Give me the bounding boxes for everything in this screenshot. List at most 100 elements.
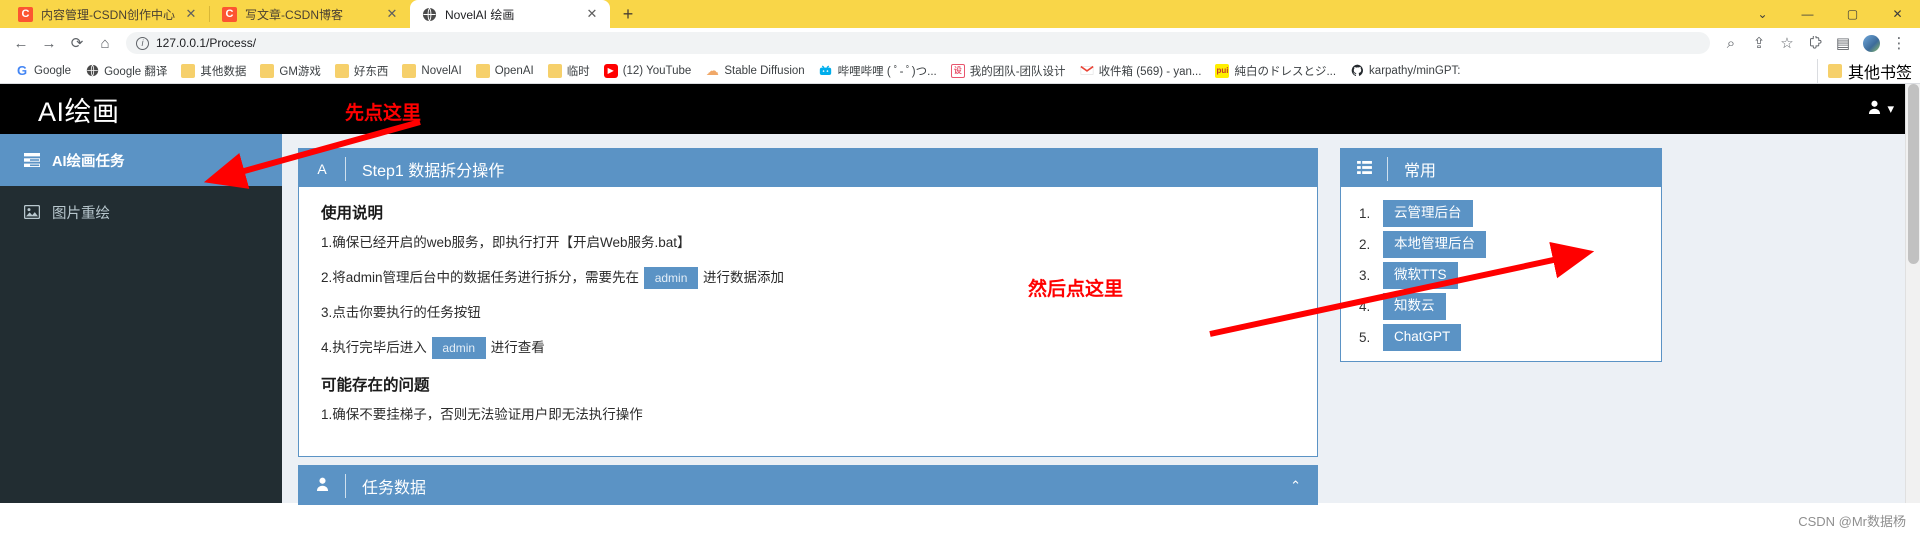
close-icon[interactable]: ✕ (384, 6, 400, 22)
image-icon (23, 203, 41, 221)
bookmark-item[interactable]: ▶ (12) YouTube (597, 62, 699, 80)
tasks-icon (23, 151, 41, 169)
admin-chip[interactable]: admin (431, 337, 486, 360)
chrome-menu-icon[interactable]: ⋮ (1886, 30, 1912, 56)
window-controls: ⌄ — ▢ ✕ (1740, 0, 1920, 28)
zoom-icon[interactable]: ⌕ (1718, 30, 1744, 56)
web-page: AI绘画 AI绘画任务 图片重绘 ▾ A Step1 数据拆分操作 使用说明 1… (0, 84, 1920, 505)
close-icon[interactable]: ✕ (183, 6, 199, 22)
pui-icon: pui (1215, 63, 1230, 78)
tab-csdn-write[interactable]: C 写文章-CSDN博客 ✕ (210, 0, 410, 28)
favorite-link-microsoft-tts[interactable]: 微软TTS (1383, 261, 1458, 289)
step-text: 1.确保已经开启的web服务，即执行打开【开启Web服务.bat】 (321, 234, 691, 250)
step-text: 4.执行完毕后进入 (321, 340, 427, 356)
tab-novelai[interactable]: NovelAI 绘画 ✕ (410, 0, 610, 28)
bookmark-item[interactable]: 设 我的团队-团队设计 (944, 61, 1073, 81)
bookmark-item[interactable]: 好东西 (328, 61, 396, 81)
bookmark-label: 收件箱 (569) - yan... (1098, 65, 1202, 78)
close-icon[interactable]: ✕ (584, 6, 600, 22)
share-icon[interactable]: ⇪ (1746, 30, 1772, 56)
page-scrollbar[interactable] (1905, 84, 1920, 503)
user-menu[interactable]: ▾ (1868, 100, 1894, 117)
list-item: 5. ChatGPT (1341, 322, 1661, 353)
list-item: 1. 云管理后台 (1341, 198, 1661, 229)
watermark: CSDN @Mr数据杨 (1798, 514, 1906, 529)
home-icon[interactable]: ⌂ (92, 30, 118, 56)
step1-title: Step1 数据拆分操作 (362, 162, 505, 180)
step-text: 2.将admin管理后台中的数据任务进行拆分，需要先在 (321, 269, 640, 285)
step1-box: A Step1 数据拆分操作 使用说明 1.确保已经开启的web服务，即执行打开… (298, 147, 1318, 457)
globe-icon (422, 7, 437, 22)
task-data-box-header[interactable]: 任务数据 ⌃ (299, 467, 1317, 504)
user-icon (299, 477, 345, 494)
user-caret-icon: ▾ (1887, 100, 1894, 116)
folder-icon (334, 63, 349, 78)
back-icon[interactable]: ← (8, 30, 34, 56)
maximize-icon[interactable]: ▢ (1830, 0, 1875, 28)
item-number: 4. (1359, 298, 1371, 314)
admin-chip[interactable]: admin (644, 267, 699, 290)
reload-icon[interactable]: ⟳ (64, 30, 90, 56)
chevron-up-icon[interactable]: ⌃ (1290, 478, 1317, 494)
new-tab-button[interactable]: + (614, 0, 642, 28)
extensions-icon[interactable] (1802, 30, 1828, 56)
favorite-link-cloud-admin[interactable]: 云管理后台 (1383, 199, 1473, 227)
bookmark-item[interactable]: pui 純白のドレスとジ... (1208, 61, 1343, 81)
scrollbar-thumb[interactable] (1908, 84, 1919, 264)
bookmarks-overflow[interactable]: 其他书签 (1816, 58, 1912, 83)
cloud-icon: ☁ (705, 62, 719, 78)
task-data-title: 任务数据 (362, 479, 427, 497)
favorite-link-chatgpt[interactable]: ChatGPT (1383, 323, 1462, 351)
favorites-title: 常用 (1404, 162, 1437, 180)
google-icon: G (16, 63, 28, 78)
sidebar-item-image-redraw[interactable]: 图片重绘 (0, 186, 282, 238)
bookmark-item[interactable]: G Google (8, 62, 78, 80)
address-bar[interactable]: i 127.0.0.1/Process/ (126, 32, 1710, 54)
folder-icon (547, 63, 562, 78)
problems-heading: 可能存在的问题 (321, 377, 430, 395)
usage-step: 4.执行完毕后进入 admin 进行查看 (321, 337, 1295, 360)
bookmarks-bar: G Google Google 翻译 其他数据 GM游戏 好东西 NovelAI (0, 58, 1920, 84)
github-icon (1350, 64, 1364, 78)
bookmark-item[interactable]: 哔哩哔哩 ( ﾟ- ﾟ)つ... (812, 61, 944, 81)
browser-chrome: C 内容管理-CSDN创作中心 ✕ C 写文章-CSDN博客 ✕ NovelAI… (0, 0, 1920, 84)
side-panel-icon[interactable]: ▤ (1830, 30, 1856, 56)
tab-csdn-content[interactable]: C 内容管理-CSDN创作中心 ✕ (6, 0, 209, 28)
usage-step: 1.确保已经开启的web服务，即执行打开【开启Web服务.bat】 (321, 233, 1295, 253)
step-badge: A (317, 160, 327, 177)
bookmark-item[interactable]: OpenAI (469, 62, 541, 80)
bookmark-item[interactable]: GM游戏 (253, 61, 328, 81)
folder-icon (1827, 63, 1842, 78)
sidebar-item-ai-task[interactable]: AI绘画任务 (0, 134, 282, 186)
tab-label: 内容管理-CSDN创作中心 (41, 7, 175, 22)
bookmark-label: GM游戏 (279, 65, 321, 78)
favorites-box: 常用 1. 云管理后台 2. 本地管理后台 3. 微软TTS 4. 知数云 5.… (1340, 147, 1662, 362)
bookmark-item[interactable]: Google 翻译 (78, 61, 174, 81)
bookmark-label: (12) YouTube (622, 64, 692, 77)
step-text: 3.点击你要执行的任务按钮 (321, 305, 481, 321)
bookmark-item[interactable]: 收件箱 (569) - yan... (1073, 61, 1209, 81)
youtube-icon: ▶ (603, 63, 618, 78)
bookmark-label: karpathy/minGPT: (1369, 64, 1461, 77)
toolbar-actions: ⌕ ⇪ ☆ ▤ ⋮ (1718, 30, 1912, 56)
list-item: 3. 微软TTS (1341, 260, 1661, 291)
favorite-link-zhishuyun[interactable]: 知数云 (1383, 292, 1446, 320)
bookmark-label: OpenAI (494, 64, 534, 77)
minimize-icon[interactable]: ⌄ (1740, 0, 1785, 28)
avatar[interactable] (1858, 30, 1884, 56)
bookmark-item[interactable]: 临时 (541, 61, 597, 81)
bookmark-star-icon[interactable]: ☆ (1774, 30, 1800, 56)
bookmark-label: Stable Diffusion (724, 64, 805, 77)
bookmark-label: 其他书签 (1847, 64, 1912, 82)
close-window-icon[interactable]: ✕ (1875, 0, 1920, 28)
forward-icon[interactable]: → (36, 30, 62, 56)
bookmark-item[interactable]: 其他数据 (174, 61, 253, 81)
site-info-icon[interactable]: i (136, 36, 149, 50)
bookmark-item[interactable]: NovelAI (395, 62, 468, 80)
list-icon (1341, 160, 1387, 177)
bookmark-item[interactable]: ☁ Stable Diffusion (698, 62, 811, 80)
restore-icon[interactable]: — (1785, 0, 1830, 28)
bookmark-item[interactable]: karpathy/minGPT: (1343, 62, 1467, 80)
csdn-icon: C (18, 6, 33, 22)
favorite-link-local-admin[interactable]: 本地管理后台 (1383, 230, 1486, 258)
